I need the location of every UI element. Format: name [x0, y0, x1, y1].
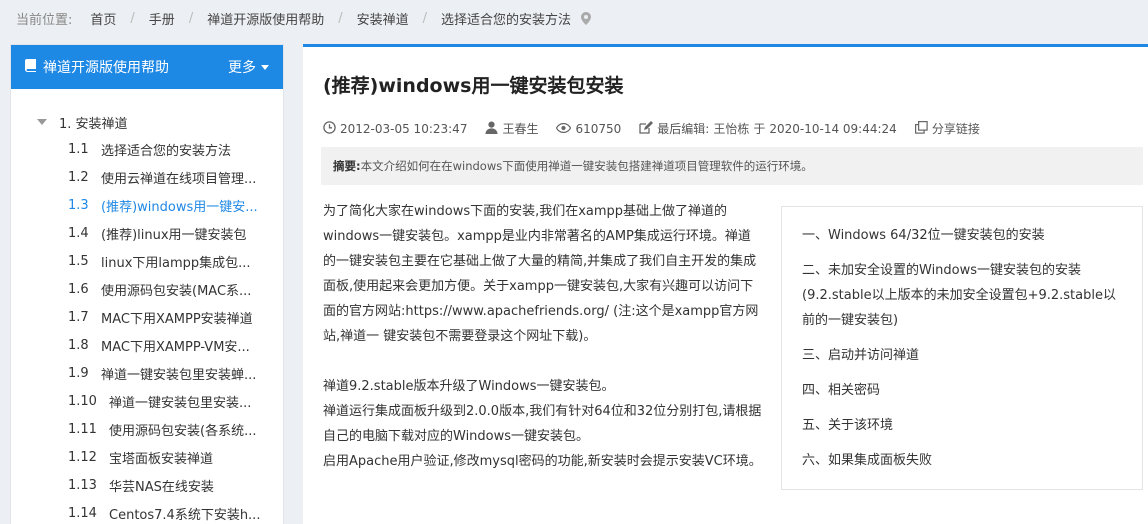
body-paragraph: 为了简化大家在windows下面的安装,我们在xampp基础上做了禅道的wind…	[323, 204, 759, 344]
sidebar-item[interactable]: 1.6 使用源码包安装(MAC系...	[11, 275, 283, 303]
caret-down-icon	[261, 64, 269, 70]
breadcrumb-separator: /	[130, 10, 135, 26]
body-paragraph: 禅道9.2.stable版本升级了Windows一键安装包。	[323, 379, 615, 394]
sidebar-item[interactable]: 1.7 MAC下用XAMPP安装禅道	[11, 303, 283, 331]
map-marker-icon	[581, 11, 592, 25]
share-icon	[914, 120, 928, 137]
edit-connector: 于	[753, 122, 766, 136]
more-label: 更多	[228, 60, 256, 76]
abstract-text: 本文介绍如何在在windows下面使用禅道一键安装包搭建禅道项目管理软件的运行环…	[360, 159, 813, 173]
more-dropdown-button[interactable]: 更多	[228, 57, 269, 77]
breadcrumb: 当前位置: 首页 / 手册 / 禅道开源版使用帮助 / 安装禅道 / 选择适合您…	[16, 0, 592, 36]
breadcrumb-install-link[interactable]: 安装禅道	[357, 9, 409, 28]
article-meta: 2012-03-05 10:23:47 王春生 610750 最后编辑: 王怡栋…	[323, 120, 998, 137]
edit-icon	[639, 120, 654, 137]
breadcrumb-label: 当前位置:	[16, 12, 73, 28]
sidebar-item[interactable]: 1.2 使用云禅道在线项目管理...	[11, 163, 283, 191]
toc-item[interactable]: 一、Windows 64/32位一键安装包的安装	[802, 223, 1124, 248]
sidebar-item[interactable]: 1.13 华芸NAS在线安装	[11, 471, 283, 499]
abstract-label: 摘要:	[333, 159, 361, 173]
breadcrumb-separator: /	[422, 10, 428, 26]
article-title: (推荐)windows用一键安装包安装	[323, 75, 624, 97]
article-abstract: 摘要: 本文介绍如何在在windows下面使用禅道一键安装包搭建禅道项目管理软件…	[321, 147, 1143, 185]
sidebar-header: 禅道开源版使用帮助 更多	[11, 45, 283, 89]
sidebar-tree: 1. 安装禅道 1.1 选择适合您的安装方法 1.2 使用云禅道在线项目管理... …	[11, 89, 283, 524]
body-paragraph: 禅道运行集成面板升级到2.0.0版本,我们有针对64位和32位分别打包,请根据自…	[323, 404, 762, 444]
breadcrumb-separator: /	[188, 10, 194, 26]
sidebar-item-active[interactable]: 1.3 (推荐)windows用一键安...	[11, 191, 283, 219]
toc-item[interactable]: 六、如果集成面板失败	[802, 448, 1124, 473]
breadcrumb-home-link[interactable]: 首页	[90, 9, 116, 28]
publish-date: 2012-03-05 10:23:47	[340, 121, 468, 136]
article-body: 为了简化大家在windows下面的安装,我们在xampp基础上做了禅道的wind…	[323, 199, 763, 474]
view-count: 610750	[575, 121, 622, 136]
edit-time: 2020-10-14 09:44:24	[769, 121, 897, 136]
user-icon	[485, 121, 498, 137]
sidebar-title: 禅道开源版使用帮助	[43, 60, 169, 76]
author-link[interactable]: 王春生	[502, 120, 538, 137]
sidebar-item[interactable]: 1.11 使用源码包安装(各系统...	[11, 415, 283, 443]
editor-name[interactable]: 王怡栋	[713, 120, 749, 137]
sidebar-item[interactable]: 1.14 Centos7.4系统下安装h...	[11, 499, 283, 524]
sidebar-item[interactable]: 1.4 (推荐)linux用一键安装包	[11, 219, 283, 247]
clock-icon	[323, 120, 336, 137]
breadcrumb-separator: /	[338, 10, 343, 26]
sidebar: 禅道开源版使用帮助 更多 1. 安装禅道 1.1 选择适合您的安装方法 1.2 使用…	[10, 44, 284, 524]
breadcrumb-manual-link[interactable]: 手册	[149, 9, 175, 28]
eye-icon	[556, 122, 572, 136]
share-link-button[interactable]: 分享链接	[914, 120, 980, 137]
toc-item[interactable]: 四、相关密码	[802, 378, 1124, 403]
toc-item[interactable]: 二、未加安全设置的Windows一键安装包的安装(9.2.stable以上版本的…	[802, 258, 1124, 333]
sidebar-item[interactable]: 1.10 禅道一键安装包里安装...	[11, 387, 283, 415]
breadcrumb-current: 选择适合您的安装方法	[441, 12, 572, 28]
caret-down-icon	[37, 119, 47, 125]
edit-label: 最后编辑:	[657, 122, 710, 136]
sidebar-item[interactable]: 1.9 禅道一键安装包里安装蝉...	[11, 359, 283, 387]
sidebar-item[interactable]: 1.5 linux下用lampp集成包...	[11, 247, 283, 275]
sidebar-item[interactable]: 1.1 选择适合您的安装方法	[11, 135, 283, 163]
toc-item[interactable]: 五、关于该环境	[802, 413, 1124, 438]
sidebar-parent-install[interactable]: 1. 安装禅道	[11, 109, 283, 135]
sidebar-parent-label: 1. 安装禅道	[59, 116, 128, 132]
sidebar-item[interactable]: 1.8 MAC下用XAMPP-VM安...	[11, 331, 283, 359]
breadcrumb-help-link[interactable]: 禅道开源版使用帮助	[207, 9, 324, 28]
book-icon	[25, 58, 37, 76]
share-label: 分享链接	[931, 122, 980, 136]
table-of-contents: 一、Windows 64/32位一键安装包的安装 二、未加安全设置的Window…	[781, 206, 1143, 490]
sidebar-item[interactable]: 1.12 宝塔面板安装禅道	[11, 443, 283, 471]
body-paragraph: 启用Apache用户验证,修改mysql密码的功能,新安装时会提示安装VC环境。	[323, 454, 762, 469]
article-panel: (推荐)windows用一键安装包安装 2012-03-05 10:23:47 …	[303, 44, 1148, 524]
toc-item[interactable]: 三、启动并访问禅道	[802, 343, 1124, 368]
